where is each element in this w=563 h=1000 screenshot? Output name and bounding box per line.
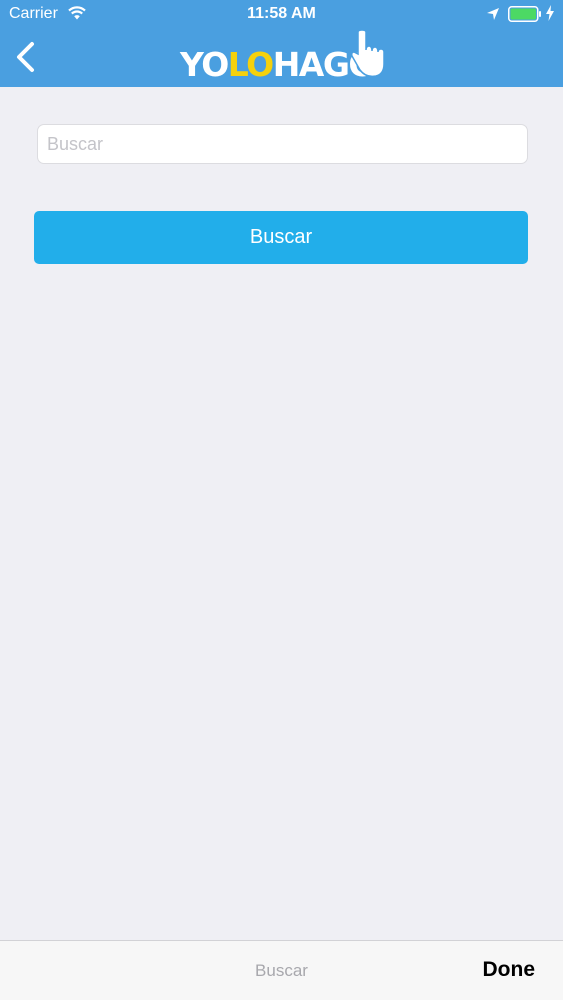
charging-bolt-icon [546, 5, 554, 21]
chevron-left-icon [17, 42, 34, 72]
clock: 11:58 AM [247, 5, 316, 22]
logo-text-yo: YO [180, 45, 229, 84]
logo-text: YOLOHAGO [180, 45, 377, 85]
pointing-hand-icon [351, 30, 385, 78]
battery-icon [508, 6, 541, 22]
status-bar: Carrier 11:58 AM [0, 0, 563, 30]
search-input[interactable] [37, 124, 528, 164]
keyboard-toolbar: Buscar Done [0, 940, 563, 1000]
search-button[interactable]: Buscar [34, 211, 528, 264]
keyboard-toolbar-title: Buscar [255, 961, 308, 980]
app-logo: YOLOHAGO [180, 30, 386, 84]
done-button[interactable]: Done [483, 958, 536, 982]
location-arrow-icon [487, 8, 499, 20]
logo-text-lo: LO [227, 45, 274, 84]
back-button[interactable] [12, 40, 42, 74]
navigation-bar: Carrier 11:58 AM YOLOHAGO [0, 0, 563, 87]
